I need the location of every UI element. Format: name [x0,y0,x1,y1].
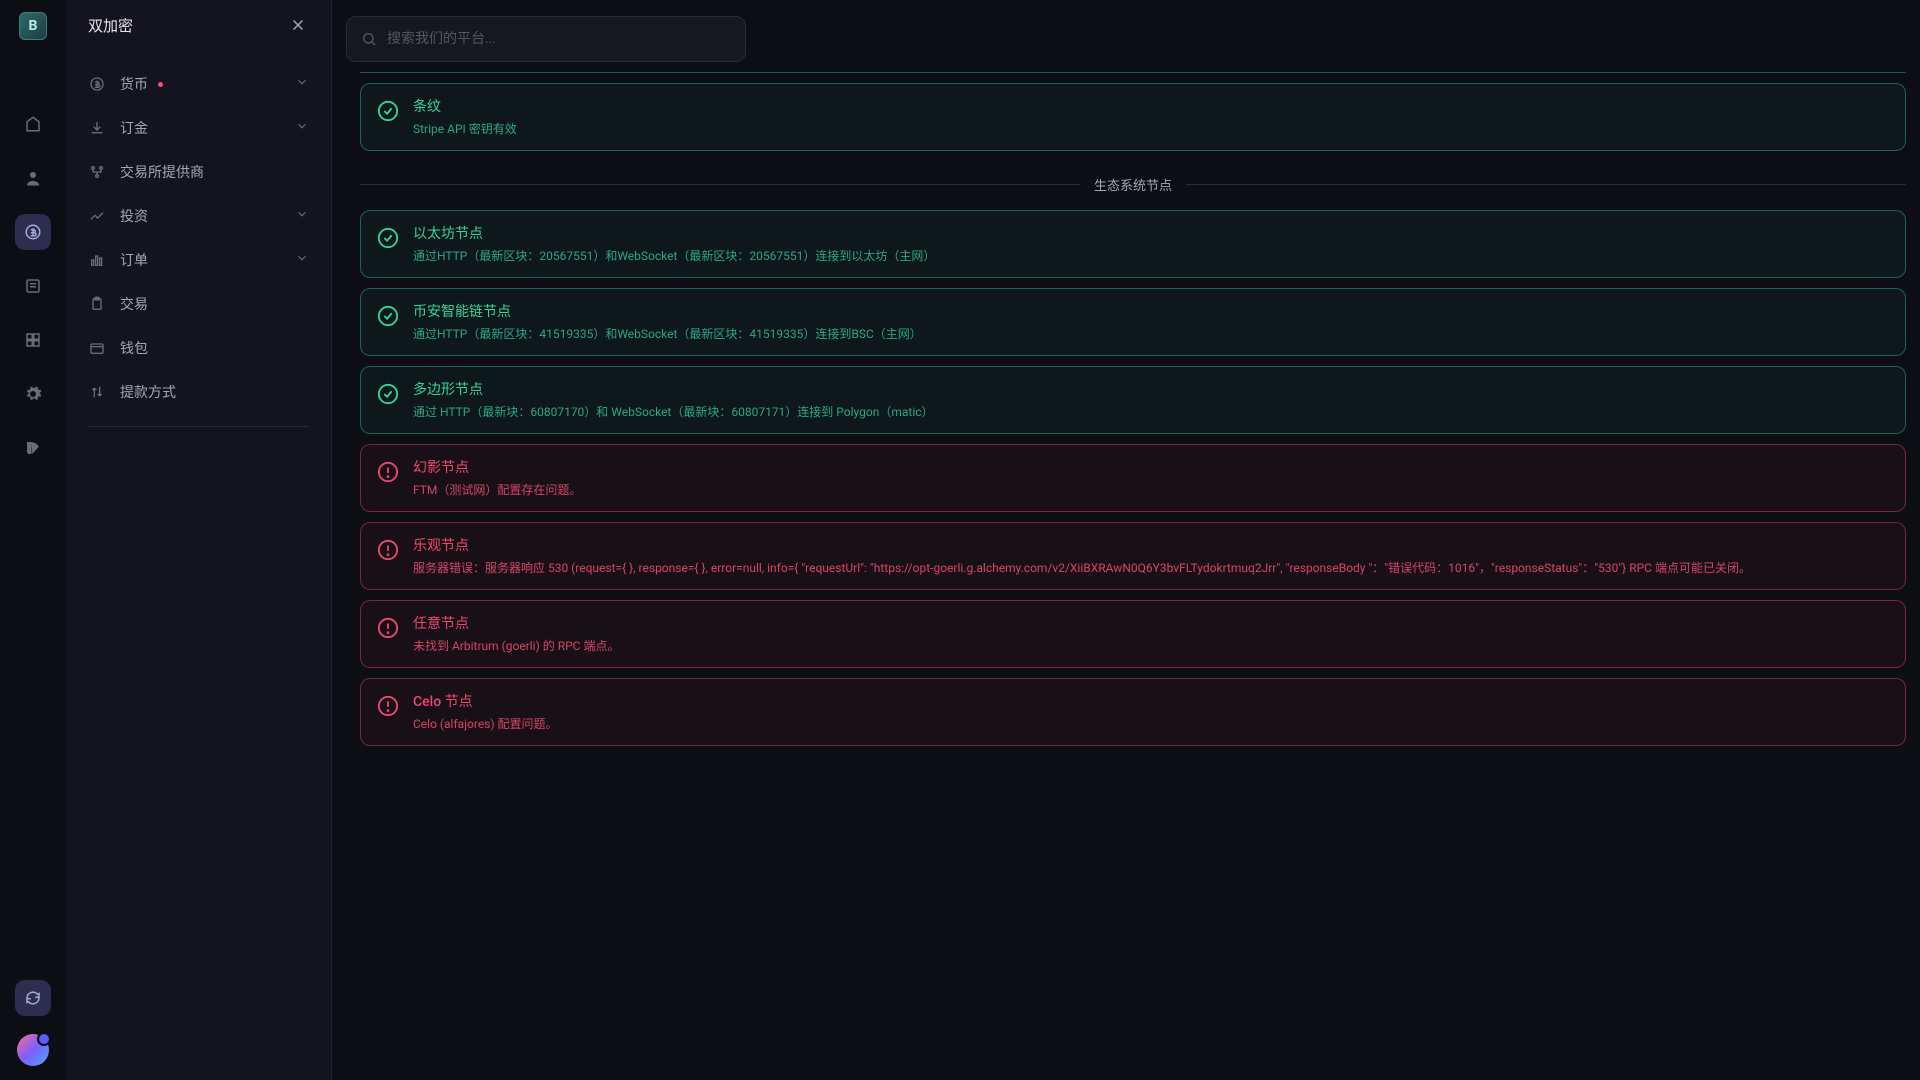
node-title: 币安智能链节点 [413,301,1889,321]
chevron-down-icon [295,251,309,269]
icon-rail: B [0,0,66,1080]
bars-icon [88,251,106,269]
node-description: Stripe API 密钥有效 [413,120,1889,138]
alert-circle-icon [377,617,399,639]
status-node-2[interactable]: 多边形节点通过 HTTP（最新块：60807170）和 WebSocket（最新… [360,366,1906,434]
sidebar-title: 双加密 [88,15,133,36]
sidebar-item-0[interactable]: 货币 [76,62,321,106]
trend-icon [88,207,106,225]
clipped-node-border [360,72,1906,73]
node-title: 多边形节点 [413,379,1889,399]
status-node-5[interactable]: 任意节点未找到 Arbitrum (goerli) 的 RPC 端点。 [360,600,1906,668]
sidebar-item-label: 订金 [120,118,148,138]
search-icon [361,31,377,47]
node-title: 任意节点 [413,613,1889,633]
sidebar-item-1[interactable]: 订金 [76,106,321,150]
logo-letter: B [29,18,38,34]
main-area: 条纹 Stripe API 密钥有效生态系统节点以太坊节点通过HTTP（最新区块：… [332,0,1920,1080]
node-title: 条纹 [413,96,1889,116]
clipboard-icon [88,295,106,313]
rail-gear-icon[interactable] [15,376,51,412]
withdraw-icon [88,383,106,401]
node-description: FTM（测试网）配置存在问题。 [413,481,1889,499]
rail-home-icon[interactable] [15,106,51,142]
status-node-3[interactable]: 幻影节点 FTM（测试网）配置存在问题。 [360,444,1906,512]
rail-swatch-icon[interactable] [15,430,51,466]
sidebar-item-7[interactable]: 提款方式 [76,370,321,414]
sidebar-item-label: 投资 [120,206,148,226]
sidebar-item-label: 交易 [120,294,148,314]
status-node-4[interactable]: 乐观节点服务器错误：服务器响应 530 (request={ }, respon… [360,522,1906,590]
node-description: 通过HTTP（最新区块：41519335）和WebSocket（最新区块：415… [413,325,1889,343]
rail-user-icon[interactable] [15,160,51,196]
sidebar-item-3[interactable]: 投资 [76,194,321,238]
chevron-down-icon [295,75,309,93]
alert-circle-icon [377,539,399,561]
sidebar-item-label: 订单 [120,250,148,270]
node-title: 幻影节点 [413,457,1889,477]
sidebar-item-6[interactable]: 钱包 [76,326,321,370]
node-title: 以太坊节点 [413,223,1889,243]
alert-circle-icon [377,695,399,717]
node-description: 服务器错误：服务器响应 530 (request={ }, response={… [413,559,1889,577]
download-icon [88,119,106,137]
chevron-down-icon [295,207,309,225]
node-title: 乐观节点 [413,535,1889,555]
node-description: 通过 HTTP（最新块：60807170）和 WebSocket（最新块：608… [413,403,1889,421]
rail-news-icon[interactable] [15,268,51,304]
app-logo[interactable]: B [19,12,47,40]
status-node-top-0[interactable]: 条纹 Stripe API 密钥有效 [360,83,1906,151]
sidebar-item-label: 交易所提供商 [120,162,204,182]
sidebar-item-4[interactable]: 订单 [76,238,321,282]
status-node-6[interactable]: Celo 节点 Celo (alfajores) 配置问题。 [360,678,1906,746]
node-description: Celo (alfajores) 配置问题。 [413,715,1889,733]
sidebar-item-2[interactable]: 交易所提供商 [76,150,321,194]
divider [88,426,309,427]
check-circle-icon [377,305,399,327]
check-circle-icon [377,383,399,405]
node-description: 通过HTTP（最新区块：20567551）和WebSocket（最新区块：205… [413,247,1889,265]
alert-circle-icon [377,461,399,483]
sidebar-item-5[interactable]: 交易 [76,282,321,326]
sidebar-item-label: 钱包 [120,338,148,358]
chevron-down-icon [295,119,309,137]
sidebar: 双加密 货币订金交易所提供商投资订单交易钱包提款方式 [66,0,332,1080]
sidebar-item-label: 提款方式 [120,382,176,402]
node-title: Celo 节点 [413,691,1889,711]
status-node-0[interactable]: 以太坊节点通过HTTP（最新区块：20567551）和WebSocket（最新区… [360,210,1906,278]
rail-sync-icon[interactable] [15,980,51,1016]
wallet-icon [88,339,106,357]
coin-icon [88,75,106,93]
section-divider: 生态系统节点 [360,175,1906,194]
rail-currency-icon[interactable] [15,214,51,250]
rail-grid-icon[interactable] [15,322,51,358]
user-avatar[interactable] [17,1034,49,1066]
search-box[interactable] [346,16,746,62]
sidebar-item-label: 货币 [120,74,148,94]
search-input[interactable] [387,31,731,47]
section-label: 生态系统节点 [1080,175,1186,194]
status-node-1[interactable]: 币安智能链节点通过HTTP（最新区块：41519335）和WebSocket（最… [360,288,1906,356]
nodes-icon [88,163,106,181]
check-circle-icon [377,100,399,122]
notification-dot [158,82,163,87]
close-icon[interactable] [287,14,309,36]
node-description: 未找到 Arbitrum (goerli) 的 RPC 端点。 [413,637,1889,655]
check-circle-icon [377,227,399,249]
